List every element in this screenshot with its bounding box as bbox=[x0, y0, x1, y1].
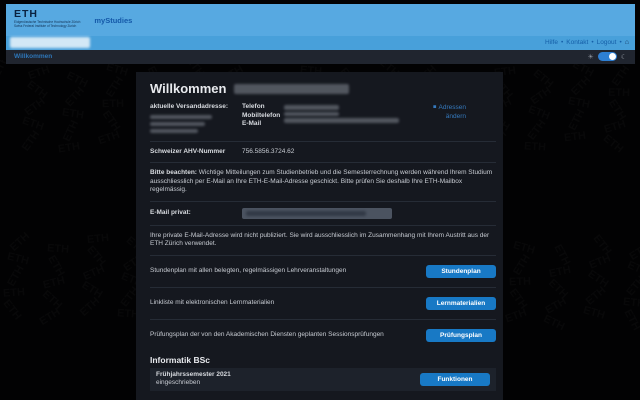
redacted-address bbox=[150, 114, 242, 133]
redacted-contact-values bbox=[284, 103, 414, 136]
email-private-row: E-Mail privat: bbox=[150, 206, 496, 221]
ahv-label: Schweizer AHV-Nummer bbox=[150, 147, 226, 155]
eth-logo-text: ETH bbox=[14, 8, 38, 20]
breadcrumb-bar: Willkommen ☀ ☾ bbox=[6, 50, 635, 64]
address-section: aktuelle Versandadresse: Telefon Mobilte… bbox=[150, 103, 496, 136]
service-row-lernmaterialien: Linkliste mit elektronischen Lernmateria… bbox=[150, 292, 496, 315]
toggle-knob bbox=[608, 53, 616, 60]
eth-logo: ETH Eidgenössische Technische Hochschule… bbox=[14, 8, 80, 29]
enrollment-status: eingeschrieben bbox=[156, 379, 201, 386]
divider bbox=[150, 318, 496, 320]
dark-mode-toggle[interactable] bbox=[597, 52, 617, 61]
change-address-link[interactable]: Adressen ändern bbox=[439, 104, 466, 120]
theme-switcher: ☀ ☾ bbox=[587, 52, 627, 61]
ahv-row: Schweizer AHV-Nummer 756.5856.3724.62 bbox=[150, 146, 496, 159]
link-bullet: ◾ bbox=[432, 104, 437, 110]
divider bbox=[150, 224, 496, 226]
app-title-mystudies[interactable]: myStudies bbox=[94, 16, 132, 25]
lernmaterialien-description: Linkliste mit elektronischen Lernmateria… bbox=[150, 298, 275, 306]
service-row-stundenplan: Stundenplan mit allen belegten, regelmäs… bbox=[150, 260, 496, 283]
program-semester-row: Frühjahrssemester 2021 eingeschrieben Fu… bbox=[150, 367, 496, 391]
email-label: E-Mail bbox=[242, 120, 262, 127]
home-icon[interactable]: ⌂ bbox=[625, 39, 629, 46]
email-note: Ihre private E-Mail-Adresse wird nicht p… bbox=[150, 231, 490, 248]
sub-header: Hilfe • Kontakt • Logout • ⌂ bbox=[6, 36, 635, 50]
divider bbox=[150, 286, 496, 288]
link-separator: • bbox=[619, 39, 622, 46]
notice-text: Wichtige Mitteilungen zum Studienbetrieb… bbox=[150, 169, 493, 193]
link-separator: • bbox=[560, 39, 564, 46]
divider bbox=[150, 254, 496, 256]
hilfe-link[interactable]: Hilfe bbox=[545, 39, 558, 46]
telefon-label: Telefon bbox=[242, 103, 265, 110]
mobiltelefon-label: Mobiltelefon bbox=[242, 111, 281, 119]
pruefungsplan-button[interactable]: Prüfungsplan bbox=[426, 328, 496, 342]
service-row-pruefungsplan: Prüfungsplan der von den Akademischen Di… bbox=[150, 324, 496, 347]
email-private-input[interactable] bbox=[242, 207, 392, 219]
moon-icon: ☾ bbox=[620, 53, 627, 61]
breadcrumb-willkommen[interactable]: Willkommen bbox=[14, 53, 52, 60]
redacted-user-name bbox=[234, 84, 350, 94]
pruefungsplan-description: Prüfungsplan der von den Akademischen Di… bbox=[150, 330, 384, 338]
stundenplan-description: Stundenplan mit allen belegten, regelmäs… bbox=[150, 266, 347, 274]
link-separator: • bbox=[591, 39, 594, 46]
main-panel: Willkommen aktuelle Versandadresse: Tele… bbox=[136, 72, 503, 400]
notice-paragraph: Bitte beachten: Wichtige Mitteilungen zu… bbox=[150, 167, 496, 197]
welcome-title-row: Willkommen bbox=[150, 82, 496, 96]
lernmaterialien-button[interactable]: Lernmaterialien bbox=[426, 296, 496, 310]
kontakt-link[interactable]: Kontakt bbox=[566, 39, 588, 46]
semester-label: Frühjahrssemester 2021 bbox=[156, 370, 231, 378]
divider bbox=[150, 200, 496, 202]
funktionen-button[interactable]: Funktionen bbox=[420, 372, 490, 386]
redacted-email-value bbox=[246, 210, 366, 216]
top-header: ETH Eidgenössische Technische Hochschule… bbox=[6, 4, 635, 36]
divider bbox=[150, 140, 496, 142]
stundenplan-button[interactable]: Stundenplan bbox=[426, 264, 496, 278]
notice-bold: Bitte beachten: bbox=[150, 169, 197, 176]
eth-logo-subline-en: Swiss Federal Institute of Technology Zu… bbox=[14, 24, 77, 28]
redacted-user-box bbox=[10, 37, 90, 48]
program-heading: Informatik BSc bbox=[150, 354, 210, 365]
logout-link[interactable]: Logout bbox=[597, 39, 617, 46]
top-links: Hilfe • Kontakt • Logout • ⌂ bbox=[545, 39, 629, 46]
ahv-value: 756.5856.3724.62 bbox=[242, 147, 295, 155]
address-label: aktuelle Versandadresse: bbox=[150, 103, 229, 110]
divider bbox=[150, 162, 496, 163]
change-address-wrap: ◾ Adressen ändern bbox=[414, 103, 496, 136]
contact-field-labels: Telefon Mobiltelefon E-Mail bbox=[242, 103, 284, 136]
page-title: Willkommen bbox=[150, 81, 227, 96]
email-private-label: E-Mail privat: bbox=[150, 208, 191, 216]
sun-icon: ☀ bbox=[587, 53, 594, 61]
page: ETHETHETHETHETHETHETHETHETHETHETHETHETHE… bbox=[0, 0, 640, 400]
